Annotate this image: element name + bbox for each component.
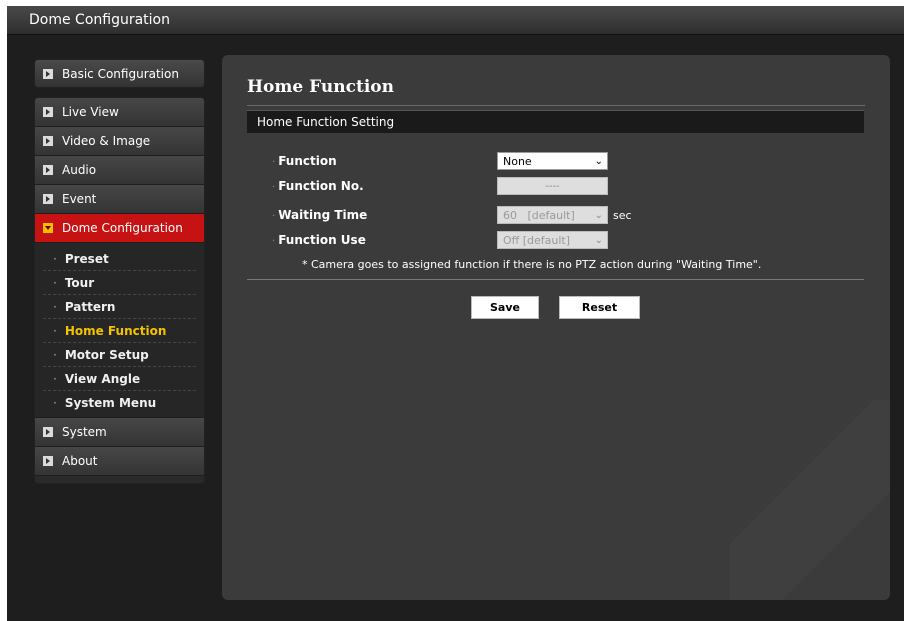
submenu-item-label: Tour [64, 275, 95, 290]
arrow-right-icon [43, 136, 53, 146]
arrow-right-icon [43, 165, 53, 175]
dome-config-submenu: · Preset · Tour · Pattern · Home Functio… [35, 243, 204, 418]
arrow-right-icon [43, 194, 53, 204]
function-no-field: ---- [497, 177, 608, 195]
waiting-time-row: · Waiting Time 60 [default] ⌄ sec [272, 205, 632, 225]
function-use-label: · Function Use [272, 233, 497, 247]
page-title: Home Function [247, 77, 865, 106]
arrow-right-icon [43, 107, 53, 117]
waiting-time-label: · Waiting Time [272, 208, 497, 222]
window-title: Dome Configuration [29, 12, 170, 28]
arrow-right-icon [43, 427, 53, 437]
submenu-item-pattern[interactable]: · Pattern [43, 295, 196, 319]
submenu-item-label: Motor Setup [64, 347, 149, 362]
function-row: · Function None ⌄ [272, 151, 608, 171]
sidebar-item-system[interactable]: System [35, 418, 204, 447]
sidebar-item-label: System [62, 425, 107, 439]
submenu-item-label: Home Function [64, 323, 167, 338]
bullet-icon: · [53, 299, 57, 314]
function-use-label-text: Function Use [278, 233, 366, 247]
bullet-icon: · [53, 275, 57, 290]
sidebar-item-live-view[interactable]: Live View [35, 98, 204, 127]
sidebar-item-about[interactable]: About [35, 447, 204, 476]
waiting-time-label-text: Waiting Time [278, 208, 368, 222]
bullet-icon: · [53, 323, 57, 338]
bullet-icon: · [53, 396, 57, 410]
arrow-right-icon [43, 456, 53, 466]
sidebar-item-dome-configuration[interactable]: Dome Configuration [35, 214, 204, 243]
bullet-icon: · [272, 157, 276, 168]
function-use-select-value: Off [default] [503, 233, 571, 247]
basic-config-row: Basic Configuration [43, 67, 179, 81]
function-no-label: · Function No. [272, 179, 497, 193]
submenu-item-label: System Menu [64, 396, 157, 410]
bullet-icon: · [272, 236, 276, 247]
sidebar-item-label: About [62, 454, 98, 468]
submenu-item-label: Preset [64, 251, 109, 266]
function-label: · Function [272, 154, 497, 168]
submenu-item-system-menu[interactable]: · System Menu [43, 391, 196, 415]
sidebar-item-label: Audio [62, 163, 97, 177]
sidebar-item-basic-configuration[interactable]: Basic Configuration [34, 59, 205, 88]
submenu-item-label: Pattern [64, 299, 116, 314]
arrow-right-icon [43, 68, 53, 79]
submenu-item-motor-setup[interactable]: · Motor Setup [43, 343, 196, 367]
bullet-icon: · [53, 347, 57, 362]
function-no-value: ---- [545, 180, 560, 192]
chevron-down-icon: ⌄ [594, 155, 603, 167]
submenu-item-home-function[interactable]: · Home Function [43, 319, 196, 343]
bullet-icon: · [53, 371, 57, 386]
bullet-icon: · [53, 251, 57, 266]
sidebar-item-label: Video & Image [62, 134, 151, 148]
sidebar-item-label: Live View [62, 105, 119, 119]
bullet-icon: · [272, 182, 276, 193]
app-window: Dome Configuration Basic Configuration L… [7, 6, 904, 621]
function-no-label-text: Function No. [278, 179, 364, 193]
section-header: Home Function Setting [247, 110, 864, 133]
waiting-time-unit: sec [613, 208, 632, 222]
function-select[interactable]: None ⌄ [497, 152, 608, 170]
sidebar-item-label: Dome Configuration [62, 221, 183, 235]
sidebar-item-event[interactable]: Event [35, 185, 204, 214]
function-label-text: Function [278, 154, 337, 168]
waiting-time-select-value: 60 [default] [503, 208, 575, 222]
function-select-value: None [503, 154, 532, 168]
arrow-down-icon [43, 223, 53, 233]
sidebar-item-label: Event [62, 192, 97, 206]
divider [247, 279, 864, 280]
save-button[interactable]: Save [471, 296, 539, 319]
reset-button[interactable]: Reset [559, 296, 640, 319]
chevron-down-icon: ⌄ [594, 209, 603, 221]
function-use-row: · Function Use Off [default] ⌄ [272, 230, 608, 250]
submenu-item-preset[interactable]: · Preset [43, 247, 196, 271]
sidebar-item-video-image[interactable]: Video & Image [35, 127, 204, 156]
main-panel: Home Function Home Function Setting · Fun… [222, 55, 890, 600]
submenu-item-tour[interactable]: · Tour [43, 271, 196, 295]
sidebar-item-label: Basic Configuration [62, 66, 179, 81]
help-note: * Camera goes to assigned function if th… [302, 258, 762, 271]
submenu-item-view-angle[interactable]: · View Angle [43, 367, 196, 391]
sidebar-menu: Live View Video & Image Audio Event Dome… [34, 97, 205, 484]
waiting-time-select: 60 [default] ⌄ [497, 206, 608, 224]
bullet-icon: · [272, 211, 276, 222]
title-bar: Dome Configuration [7, 6, 904, 35]
chevron-down-icon: ⌄ [594, 234, 603, 246]
submenu-item-label: View Angle [64, 371, 141, 386]
background-watermark [730, 400, 890, 600]
sidebar-item-audio[interactable]: Audio [35, 156, 204, 185]
function-no-row: · Function No. ---- [272, 176, 608, 196]
function-use-select: Off [default] ⌄ [497, 231, 608, 249]
